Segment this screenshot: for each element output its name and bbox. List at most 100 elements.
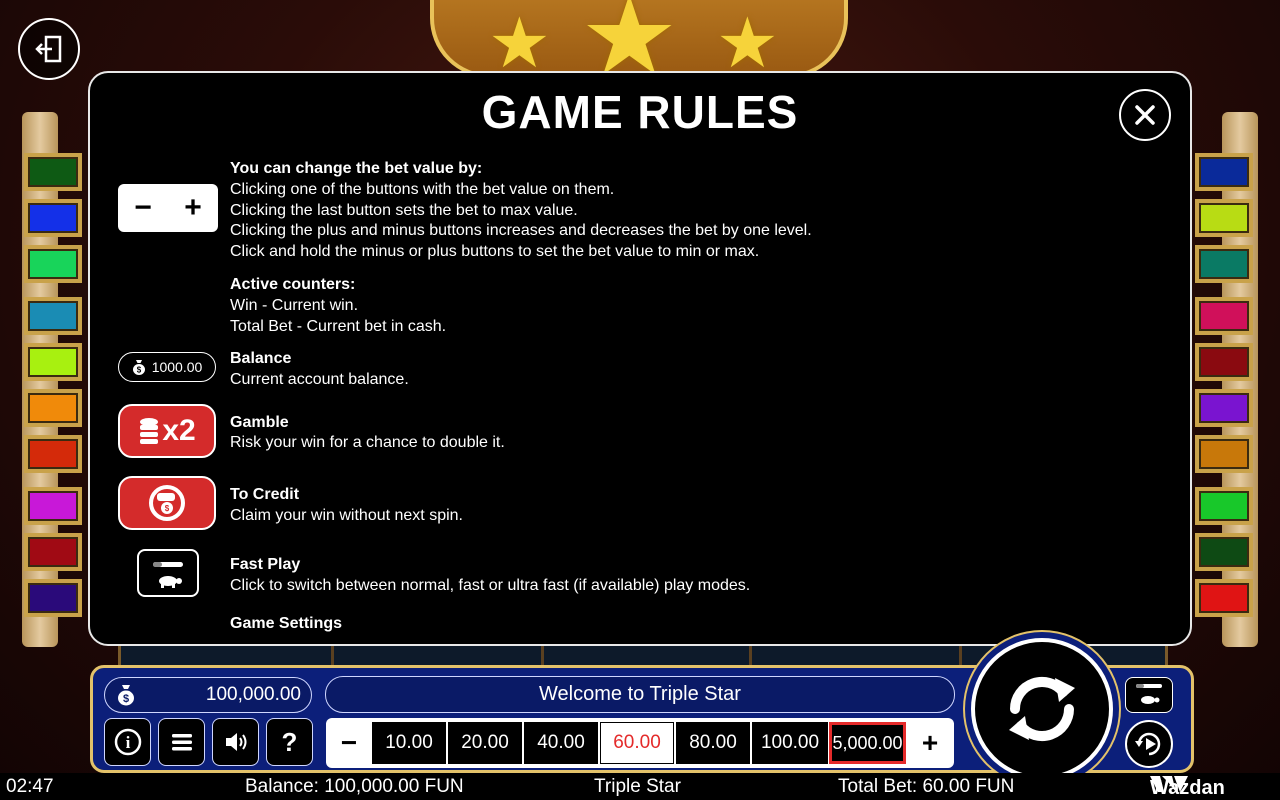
payline-marker — [1195, 297, 1253, 335]
right-paylines — [1195, 153, 1261, 625]
gamble-icon-label: x2 — [162, 414, 196, 447]
bet-option[interactable]: 80.00 — [676, 722, 750, 764]
bet-option[interactable]: 10.00 — [372, 722, 446, 764]
svg-text:$: $ — [136, 366, 141, 375]
hand-coin-icon: $ — [149, 485, 185, 521]
payline-marker — [1195, 245, 1253, 283]
status-game-name: Triple Star — [594, 776, 681, 797]
status-total-bet: Total Bet: 60.00 FUN — [838, 776, 1015, 797]
fast-play-icon — [137, 549, 199, 597]
logo-star-icon: ★ — [716, 4, 779, 82]
bet-rule-line: Click and hold the minus or plus buttons… — [230, 243, 760, 260]
gamble-heading: Gamble — [230, 414, 289, 431]
counters-line: Win - Current win. — [230, 297, 359, 314]
payline-marker — [24, 199, 82, 237]
coin-stack-icon — [140, 418, 159, 444]
payline-marker — [1195, 533, 1253, 571]
autoplay-button[interactable] — [1125, 720, 1173, 768]
money-bag-icon: $ — [132, 360, 145, 375]
sound-button[interactable] — [212, 718, 259, 766]
status-balance: Balance: 100,000.00 FUN — [245, 776, 464, 797]
bet-option-selected[interactable]: 60.00 — [600, 722, 674, 764]
fast-play-toggle[interactable] — [1125, 677, 1173, 713]
spin-icon — [1009, 676, 1075, 742]
minus-icon: − — [134, 191, 152, 224]
fast-play-heading: Fast Play — [230, 556, 301, 573]
brand-logo: Wazdan — [1150, 774, 1225, 799]
balance-text: Current account balance. — [230, 371, 409, 388]
counters-line: Total Bet - Current bet in cash. — [230, 318, 447, 335]
help-icon: ? — [281, 726, 298, 757]
balance-value: 100,000.00 — [205, 684, 301, 705]
payline-marker — [24, 533, 82, 571]
game-settings-heading: Game Settings — [230, 615, 343, 632]
balance-heading: Balance — [230, 350, 292, 367]
help-button[interactable]: ? — [266, 718, 313, 766]
payline-marker — [24, 579, 82, 617]
bet-rule-line: Clicking the plus and minus buttons incr… — [230, 222, 812, 239]
payline-marker — [24, 487, 82, 525]
payline-marker — [1195, 389, 1253, 427]
autoplay-icon — [1135, 732, 1161, 756]
svg-text:$: $ — [123, 693, 129, 705]
bet-increase-button[interactable]: + — [910, 722, 950, 764]
balance-icon: $ 1000.00 — [118, 352, 216, 382]
bet-rule-line: Clicking one of the buttons with the bet… — [230, 181, 615, 198]
brand-name: Wazdan — [1150, 777, 1225, 799]
exit-button[interactable] — [18, 18, 80, 80]
clock: 02:47 — [6, 776, 54, 797]
bet-rule-line: Clicking the last button sets the bet to… — [230, 202, 578, 219]
payline-marker — [1195, 343, 1253, 381]
menu-button[interactable] — [158, 718, 205, 766]
payline-marker — [24, 297, 82, 335]
close-icon — [1135, 105, 1155, 125]
payline-marker — [1195, 199, 1253, 237]
payline-marker — [24, 343, 82, 381]
spin-button[interactable] — [971, 638, 1113, 780]
bet-option[interactable]: 40.00 — [524, 722, 598, 764]
payline-marker — [24, 435, 82, 473]
message-text: Welcome to Triple Star — [539, 683, 741, 705]
to-credit-icon: $ — [118, 476, 216, 530]
plus-icon: + — [921, 727, 939, 758]
balance-icon-value: 1000.00 — [151, 359, 203, 375]
payline-marker — [1195, 487, 1253, 525]
left-paylines — [24, 153, 90, 625]
bet-decrease-button[interactable]: − — [329, 722, 369, 764]
fast-play-text: Click to switch between normal, fast or … — [230, 577, 751, 594]
money-bag-icon: $ — [118, 685, 134, 706]
bet-plus-minus-icon: − + — [118, 184, 218, 232]
exit-icon — [35, 35, 62, 63]
bet-option[interactable]: 100.00 — [752, 722, 828, 764]
counters-heading: Active counters: — [230, 276, 356, 293]
bet-option[interactable]: 20.00 — [448, 722, 522, 764]
bet-rules-heading: You can change the bet value by: — [230, 160, 483, 177]
payline-marker — [24, 389, 82, 427]
gamble-icon: x2 — [118, 404, 216, 458]
credit-text: Claim your win without next spin. — [230, 507, 463, 524]
menu-icon — [171, 734, 192, 751]
bet-option-max[interactable]: 5,000.00 — [829, 722, 906, 764]
message-bar: Welcome to Triple Star — [325, 676, 955, 713]
close-button[interactable] — [1119, 89, 1171, 141]
turtle-icon — [153, 562, 183, 588]
payline-marker — [24, 153, 82, 191]
modal-title: GAME RULES — [481, 86, 799, 138]
logo-star-icon: ★ — [488, 4, 551, 82]
turtle-icon — [1136, 684, 1162, 704]
payline-marker — [1195, 579, 1253, 617]
status-bar: 02:47 Balance: 100,000.00 FUN Triple Sta… — [0, 773, 1280, 800]
credit-heading: To Credit — [230, 486, 300, 503]
payline-marker — [1195, 435, 1253, 473]
balance-display: $ 100,000.00 — [104, 677, 312, 713]
speaker-icon — [225, 733, 246, 751]
gamble-text: Risk your win for a chance to double it. — [230, 434, 505, 451]
payline-marker — [24, 245, 82, 283]
info-button[interactable]: i — [104, 718, 151, 766]
minus-icon: − — [340, 727, 358, 758]
svg-text:$: $ — [165, 504, 170, 513]
info-icon: i — [114, 728, 141, 756]
payline-marker — [1195, 153, 1253, 191]
plus-icon: + — [184, 191, 202, 224]
svg-text:i: i — [125, 733, 130, 752]
